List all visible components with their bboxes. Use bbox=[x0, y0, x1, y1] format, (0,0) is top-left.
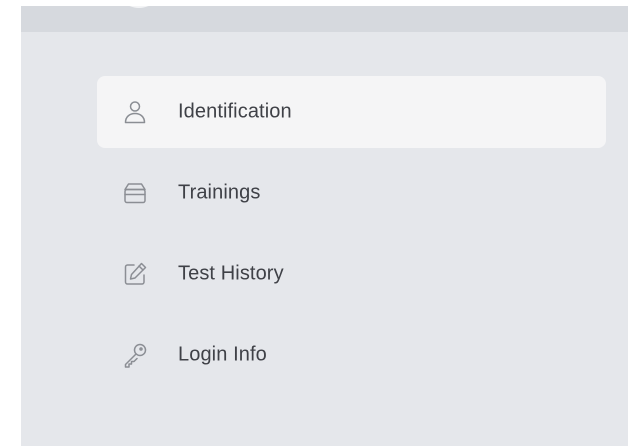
sidebar-item-label: Test History bbox=[178, 262, 284, 285]
key-icon bbox=[121, 341, 149, 369]
sidebar-item-label: Identification bbox=[178, 100, 292, 123]
user-icon bbox=[121, 98, 149, 126]
sidebar-item-label: Trainings bbox=[178, 181, 261, 204]
archive-box-icon bbox=[121, 179, 149, 207]
sidebar-item-trainings[interactable]: Trainings bbox=[97, 157, 606, 229]
sidebar-item-identification[interactable]: Identification bbox=[97, 76, 606, 148]
sidebar-item-login-info[interactable]: Login Info bbox=[97, 319, 606, 391]
avatar[interactable] bbox=[115, 6, 163, 8]
page-frame: Identification Trainings Test History Lo… bbox=[0, 0, 628, 446]
sidebar-item-test-history[interactable]: Test History bbox=[97, 238, 606, 310]
sidebar-nav: Identification Trainings Test History Lo… bbox=[97, 76, 606, 400]
sidebar-header bbox=[21, 6, 628, 32]
edit-icon bbox=[121, 260, 149, 288]
sidebar-panel: Identification Trainings Test History Lo… bbox=[21, 6, 628, 446]
sidebar-item-label: Login Info bbox=[178, 343, 267, 366]
